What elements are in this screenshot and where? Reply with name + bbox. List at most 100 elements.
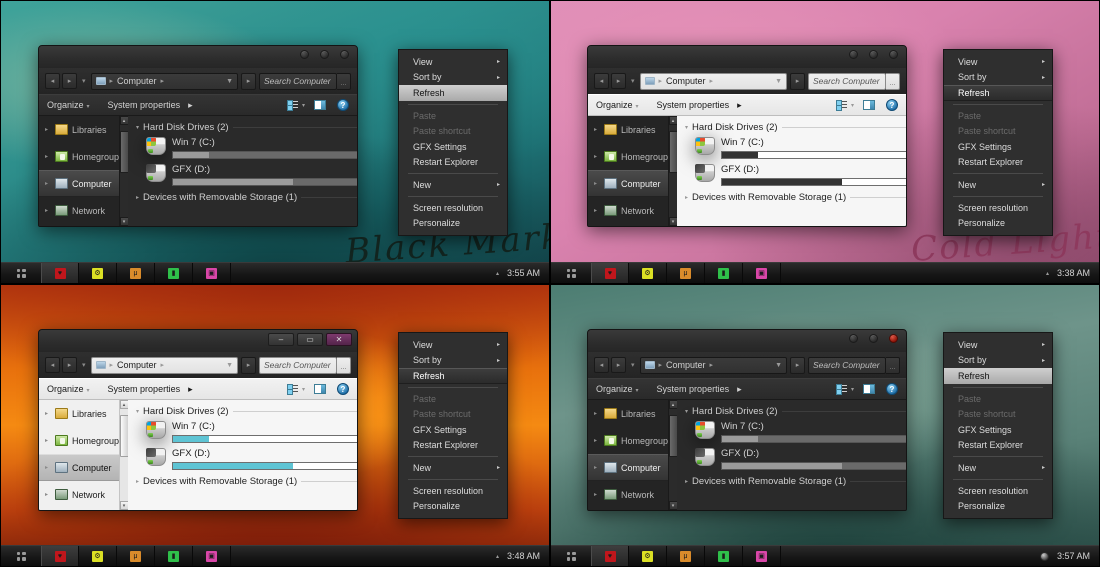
menu-item-new[interactable]: New ▸: [399, 177, 507, 193]
taskbar-clock[interactable]: 3:55 AM: [507, 268, 540, 278]
explorer-window[interactable]: ◂ ▸ ▾ ▸ Computer ▸ ▼ ▸ Search Computer .…: [587, 45, 907, 227]
navigation-scrollbar[interactable]: ▴ ▾: [119, 400, 129, 510]
menu-item-personalize[interactable]: Personalize: [399, 215, 507, 231]
group-header-hard-disk-drives[interactable]: ▾ Hard Disk Drives (2): [136, 406, 357, 417]
navigation-buttons[interactable]: ◂ ▸: [45, 73, 77, 89]
breadcrumb-computer[interactable]: Computer: [666, 360, 706, 370]
sidebar-item-computer[interactable]: ▸ Computer: [39, 454, 120, 481]
expand-chevron-icon[interactable]: ▸: [45, 464, 51, 471]
help-icon[interactable]: ?: [337, 383, 349, 395]
recent-pages-caret-icon[interactable]: ▾: [80, 361, 88, 369]
change-view-icon[interactable]: [286, 100, 298, 111]
window-titlebar[interactable]: [39, 46, 357, 68]
address-input[interactable]: ▸ Computer ▸ ▼: [639, 356, 787, 374]
sidebar-item-network[interactable]: ▸ Network: [39, 197, 119, 224]
chevron-down-icon[interactable]: ▼: [226, 78, 233, 85]
expand-chevron-icon[interactable]: ▸: [45, 437, 51, 444]
sidebar-item-computer[interactable]: ▸ Computer: [588, 170, 669, 197]
menu-item-view[interactable]: View ▸: [399, 337, 507, 353]
go-button[interactable]: ▸: [241, 356, 256, 374]
forward-icon[interactable]: ▸: [62, 73, 77, 89]
window-controls[interactable]: [849, 334, 898, 343]
taskbar-button[interactable]: ▣: [743, 546, 781, 566]
menu-item-sort-by[interactable]: Sort by ▸: [399, 70, 507, 86]
back-icon[interactable]: ◂: [594, 73, 609, 89]
recent-pages-caret-icon[interactable]: ▾: [629, 77, 637, 85]
explorer-window[interactable]: ◂ ▸ ▾ ▸ Computer ▸ ▼ ▸ Search Computer .…: [587, 329, 907, 511]
maximize-button[interactable]: [869, 50, 878, 59]
expand-chevron-icon[interactable]: ▸: [594, 153, 600, 160]
navigation-scrollbar[interactable]: ▴ ▾: [668, 400, 678, 510]
breadcrumb-computer[interactable]: Computer: [666, 76, 706, 86]
menu-item-screen-resolution[interactable]: Screen resolution: [399, 483, 507, 499]
help-icon[interactable]: ?: [886, 383, 898, 395]
menu-item-gfx-settings[interactable]: GFX Settings: [944, 422, 1052, 438]
overflow-chevron-icon[interactable]: ▸: [737, 384, 750, 395]
taskbar-button[interactable]: ♥: [41, 546, 79, 566]
desktop-context-menu[interactable]: View ▸ Sort by ▸ Refresh Paste Paste short…: [943, 49, 1053, 236]
collapse-triangle-icon[interactable]: ▾: [685, 408, 688, 415]
file-list-pane[interactable]: ▾ Hard Disk Drives (2) Win 7 (C:) GFX (D…: [677, 400, 906, 510]
taskbar-button[interactable]: ▮: [705, 263, 743, 283]
taskbar-clock[interactable]: 3:38 AM: [1057, 268, 1090, 278]
preview-pane-icon[interactable]: [863, 100, 875, 110]
back-icon[interactable]: ◂: [45, 73, 60, 89]
menu-item-view[interactable]: View ▸: [944, 54, 1052, 70]
back-icon[interactable]: ◂: [45, 357, 60, 373]
search-resize-grip[interactable]: ...: [337, 356, 351, 374]
drive-item[interactable]: GFX (D:): [695, 448, 906, 470]
organize-button[interactable]: Organize ▾: [596, 384, 647, 394]
view-chevron-down-icon[interactable]: ▾: [851, 102, 854, 109]
expand-triangle-icon[interactable]: ▸: [685, 478, 688, 485]
change-view-icon[interactable]: [286, 384, 298, 395]
window-titlebar[interactable]: – ▭ ✕: [39, 330, 357, 352]
sidebar-item-homegroup[interactable]: ▸ Homegroup: [39, 427, 119, 454]
menu-item-restart-explorer[interactable]: Restart Explorer: [944, 155, 1052, 171]
drive-item[interactable]: GFX (D:): [146, 448, 357, 470]
search-area[interactable]: Search Computer ...: [808, 72, 900, 90]
menu-item-personalize[interactable]: Personalize: [944, 215, 1052, 231]
file-list-pane[interactable]: ▾ Hard Disk Drives (2) Win 7 (C:) GFX (D…: [128, 116, 357, 226]
preview-pane-icon[interactable]: [314, 384, 326, 394]
navigation-buttons[interactable]: ◂ ▸: [45, 357, 77, 373]
expand-chevron-icon[interactable]: ▸: [594, 410, 600, 417]
system-tray[interactable]: ▴ 3:38 AM: [1046, 268, 1099, 278]
expand-triangle-icon[interactable]: ▸: [136, 478, 139, 485]
taskbar-clock[interactable]: 3:48 AM: [507, 551, 540, 561]
preview-pane-icon[interactable]: [314, 100, 326, 110]
menu-item-view[interactable]: View ▸: [944, 337, 1052, 353]
taskbar-button[interactable]: μ: [117, 546, 155, 566]
chevron-down-icon[interactable]: ▼: [775, 362, 782, 369]
maximize-button[interactable]: [869, 334, 878, 343]
menu-item-restart-explorer[interactable]: Restart Explorer: [399, 438, 507, 454]
drive-item[interactable]: Win 7 (C:): [695, 137, 906, 159]
menu-item-personalize[interactable]: Personalize: [399, 498, 507, 514]
drive-item[interactable]: Win 7 (C:): [146, 421, 357, 443]
sidebar-item-libraries[interactable]: ▸ Libraries: [39, 116, 119, 143]
taskbar-button[interactable]: ▮: [705, 546, 743, 566]
overflow-chevron-icon[interactable]: ▸: [188, 100, 201, 111]
search-area[interactable]: Search Computer ...: [259, 356, 351, 374]
forward-icon[interactable]: ▸: [62, 357, 77, 373]
taskbar-button[interactable]: ♥: [591, 546, 629, 566]
recent-pages-caret-icon[interactable]: ▾: [629, 361, 637, 369]
explorer-window[interactable]: – ▭ ✕ ◂ ▸ ▾ ▸ Computer ▸ ▼ ▸ Search Comp…: [38, 329, 358, 511]
taskbar-button[interactable]: ⚙: [79, 263, 117, 283]
forward-icon[interactable]: ▸: [611, 357, 626, 373]
expand-chevron-icon[interactable]: ▸: [45, 180, 51, 187]
view-chevron-down-icon[interactable]: ▾: [851, 386, 854, 393]
expand-triangle-icon[interactable]: ▸: [685, 194, 688, 201]
expand-chevron-icon[interactable]: ▸: [594, 126, 600, 133]
menu-item-refresh[interactable]: Refresh: [399, 368, 507, 384]
taskbar-button[interactable]: ▣: [193, 263, 231, 283]
menu-item-gfx-settings[interactable]: GFX Settings: [399, 139, 507, 155]
search-input[interactable]: Search Computer: [808, 72, 886, 90]
group-header-hard-disk-drives[interactable]: ▾ Hard Disk Drives (2): [685, 122, 906, 133]
sidebar-item-network[interactable]: ▸ Network: [39, 481, 119, 508]
menu-item-new[interactable]: New ▸: [944, 460, 1052, 476]
menu-item-new[interactable]: New ▸: [399, 460, 507, 476]
close-button[interactable]: ✕: [326, 333, 352, 346]
drive-item[interactable]: Win 7 (C:): [695, 421, 906, 443]
group-header-removable-storage[interactable]: ▸ Devices with Removable Storage (1): [685, 476, 906, 487]
chevron-down-icon[interactable]: ▼: [226, 362, 233, 369]
